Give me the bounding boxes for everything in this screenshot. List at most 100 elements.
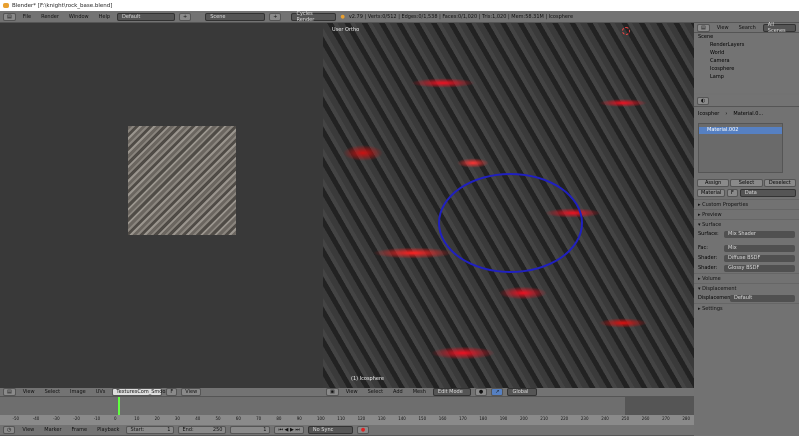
outliner-item[interactable]: Scene: [694, 33, 799, 41]
scene-stats: v2.79 | Verts:0/512 | Edges:0/1,538 | Fa…: [348, 13, 574, 20]
menu-view[interactable]: View: [714, 25, 732, 31]
timeline-tick-label: 50: [215, 416, 221, 421]
current-frame-field[interactable]: 1: [230, 426, 271, 434]
menu-render[interactable]: Render: [38, 14, 62, 20]
image-users[interactable]: F: [166, 388, 178, 396]
shading-select[interactable]: ●: [474, 388, 488, 396]
timeline-tick-label: 80: [276, 416, 282, 421]
timeline-ruler[interactable]: [0, 415, 694, 425]
menu-file[interactable]: File: [20, 14, 34, 20]
orientation-select[interactable]: Global: [507, 388, 538, 396]
editor-type-button[interactable]: ▤: [3, 12, 16, 21]
editor-type-button[interactable]: ▣: [326, 388, 339, 396]
panel-displacement[interactable]: ▾ Displacement: [694, 283, 799, 293]
3d-viewport[interactable]: User Ortho (1) Icosphere: [323, 23, 694, 388]
surface-select[interactable]: Mix Shader: [724, 230, 795, 238]
breadcrumb-material: Material.0...: [733, 111, 764, 117]
input-select[interactable]: Mix: [724, 244, 795, 252]
displacement-row: Displacement: Default: [694, 293, 799, 303]
menu-image[interactable]: Image: [67, 389, 89, 395]
material-name-field[interactable]: Material: [697, 189, 725, 197]
assign-button[interactable]: Assign: [697, 179, 730, 187]
editor-type-button[interactable]: ▤: [697, 23, 710, 32]
timeline-tick-label: -20: [73, 416, 80, 421]
scene-select[interactable]: Scene: [205, 12, 266, 21]
menu-view[interactable]: View: [20, 389, 38, 395]
select-button[interactable]: Select: [730, 179, 763, 187]
outliner-item[interactable]: Camera: [694, 57, 799, 65]
material-slot[interactable]: Material.002: [699, 127, 782, 134]
menu-search[interactable]: Search: [736, 25, 759, 31]
menu-mesh[interactable]: Mesh: [410, 389, 429, 395]
record-button[interactable]: ●: [356, 426, 370, 434]
add-layout-button[interactable]: +: [179, 12, 192, 21]
material-slot-list[interactable]: Material.002: [698, 123, 783, 173]
outliner-filter[interactable]: All Scenes: [762, 22, 796, 34]
end-frame-field[interactable]: End: 250: [178, 426, 227, 434]
menu-marker[interactable]: Marker: [41, 427, 64, 433]
outliner-item[interactable]: RenderLayers: [694, 41, 799, 49]
viewport-header: ▣ View Select Add Mesh Edit Mode ● ↗ Glo…: [323, 388, 694, 397]
render-engine-select[interactable]: Cycles Render: [291, 11, 337, 23]
timeline[interactable]: -50 -40 -30 -20 -10 0 10 20 30 40 50 60 70 80 90 100 110…: [0, 397, 694, 425]
end-value: 250: [212, 427, 223, 433]
image-name-field[interactable]: TexturesCom_Smoo...: [112, 388, 170, 396]
end-label: End:: [182, 427, 194, 433]
panel-custom-properties[interactable]: ▸ Custom Properties: [694, 199, 799, 209]
input-row: Fac: Mix: [694, 243, 799, 253]
panel-title: Displacement: [702, 285, 737, 292]
menu-select[interactable]: Select: [42, 389, 63, 395]
menu-view[interactable]: View: [343, 389, 361, 395]
menu-help[interactable]: Help: [96, 14, 113, 20]
menu-uvs[interactable]: UVs: [93, 389, 109, 395]
panel-volume[interactable]: ▸ Volume: [694, 273, 799, 283]
blender-logo-icon: [3, 3, 9, 8]
image-editor-header: ▤ View Select Image UVs TexturesCom_Smoo…: [0, 388, 323, 397]
input-select[interactable]: Diffuse BSDF: [724, 254, 795, 262]
playback-controls[interactable]: ⏮ ◀ ▶ ⏭: [274, 426, 304, 434]
outliner-item[interactable]: World: [694, 49, 799, 57]
view-select[interactable]: View: [181, 388, 202, 396]
link-select[interactable]: Data: [739, 189, 796, 197]
properties-tabs[interactable]: ◐: [694, 95, 799, 107]
outliner-item[interactable]: Lamp: [694, 73, 799, 81]
timeline-tick-label: 200: [520, 416, 528, 421]
panel-surface[interactable]: ▾ Surface: [694, 219, 799, 229]
manipulator-icon[interactable]: ↗: [491, 388, 504, 396]
out-of-range-area: [625, 397, 694, 415]
displacement-select[interactable]: Default: [730, 294, 795, 302]
input-label: Shader:: [698, 255, 718, 261]
blender-icon: ●: [340, 13, 345, 20]
users-button[interactable]: F: [727, 189, 738, 197]
timeline-tick-label: 260: [641, 416, 650, 421]
material-tab-icon[interactable]: ◐: [697, 96, 710, 105]
breadcrumb-object: Icospher: [698, 111, 720, 117]
editor-type-button[interactable]: ◷: [3, 426, 16, 434]
3d-cursor-icon[interactable]: [622, 27, 630, 35]
menu-frame[interactable]: Frame: [69, 427, 91, 433]
menu-add[interactable]: Add: [390, 389, 406, 395]
outliner-item[interactable]: Icosphere: [694, 65, 799, 73]
panel-settings[interactable]: ▸ Settings: [694, 303, 799, 313]
panel-title: Surface: [702, 221, 722, 228]
sync-select[interactable]: No Sync: [307, 426, 353, 434]
timeline-tick-label: 160: [438, 416, 447, 421]
menu-view[interactable]: View: [19, 427, 37, 433]
editor-type-button[interactable]: ▤: [3, 388, 16, 396]
menu-playback[interactable]: Playback: [94, 427, 122, 433]
deselect-button[interactable]: Deselect: [763, 179, 796, 187]
layout-select[interactable]: Default: [117, 12, 176, 21]
current-frame-marker[interactable]: [118, 397, 120, 415]
menu-window[interactable]: Window: [66, 14, 92, 20]
timeline-tick-label: 130: [377, 416, 386, 421]
start-frame-field[interactable]: Start: 1: [126, 426, 175, 434]
panel-preview[interactable]: ▸ Preview: [694, 209, 799, 219]
mode-select[interactable]: Edit Mode: [432, 388, 471, 396]
add-scene-button[interactable]: +: [269, 12, 282, 21]
input-select[interactable]: Glossy BSDF: [724, 264, 795, 272]
slot-buttons: Assign Select Deselect: [697, 179, 796, 187]
texture-image: [128, 126, 236, 235]
menu-select[interactable]: Select: [365, 389, 386, 395]
timeline-tick-label: 230: [580, 416, 589, 421]
panel-title: Preview: [702, 211, 722, 218]
